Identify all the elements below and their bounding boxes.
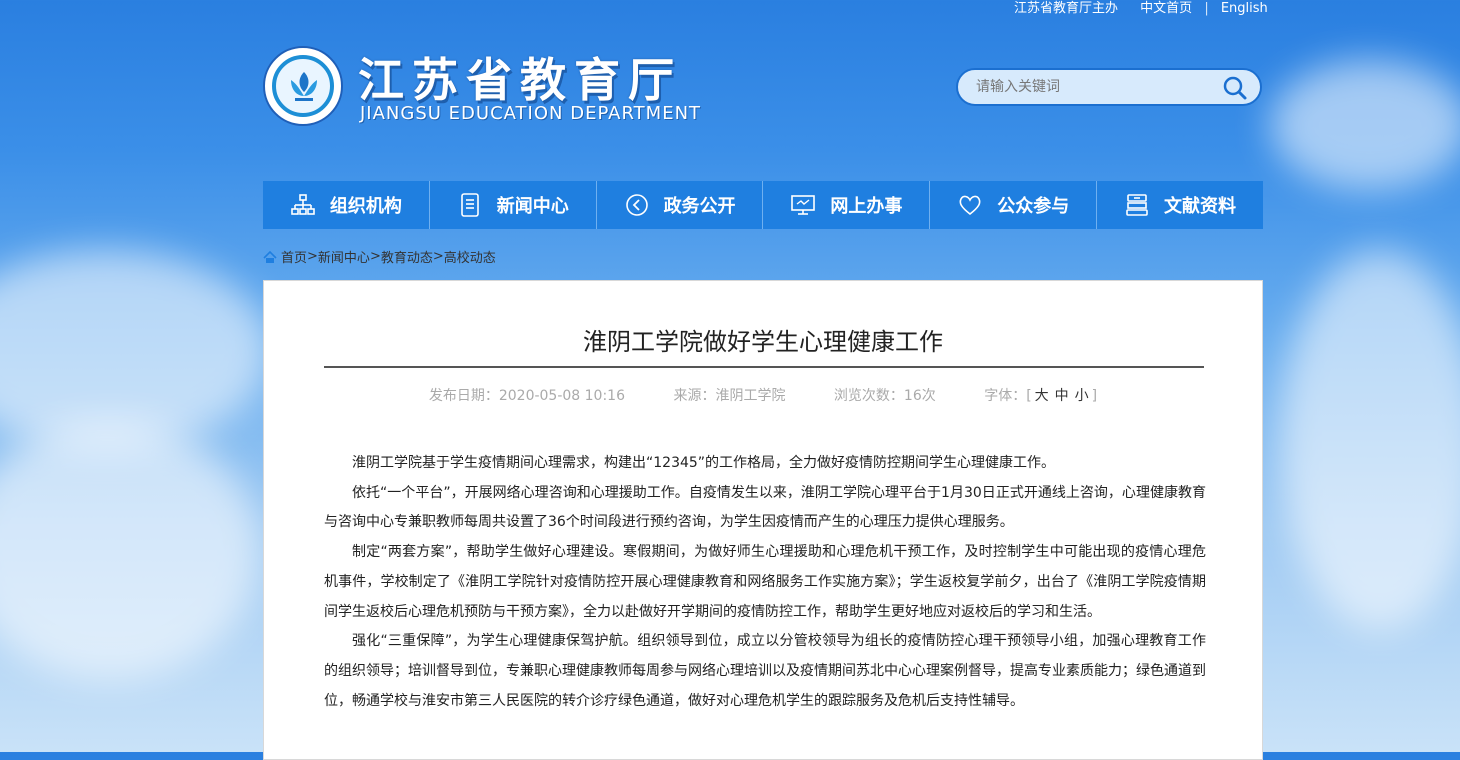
font-size-control: 字体：[大中小] [984,388,1097,404]
nav-item-public-participation[interactable]: 公众参与 [930,181,1098,229]
search-icon[interactable] [1222,75,1248,101]
breadcrumb: 首页 > 新闻中心 > 教育动态 > 高校动态 [263,247,496,266]
chinese-home-link[interactable]: 中文首页 [1140,1,1192,16]
nav-label: 政务公开 [663,196,736,217]
search-input[interactable] [974,78,1218,96]
site-subtitle: JIANGSU EDUCATION DEPARTMENT [360,103,702,124]
nav-label: 公众参与 [997,196,1070,217]
org-chart-icon [291,194,315,215]
cloud-decoration [0,420,260,680]
host-text: 江苏省教育厅主办 [1014,1,1119,16]
nav-item-news[interactable]: 新闻中心 [429,181,597,229]
breadcrumb-separator: > [307,249,318,264]
nav-item-organization[interactable]: 组织机构 [263,181,430,229]
article-title: 淮阴工学院做好学生心理健康工作 [583,328,943,356]
breadcrumb-separator: > [432,249,444,264]
title-divider [324,366,1204,368]
font-size-bracket: ] [1091,388,1098,404]
search-box [956,68,1262,106]
article-paragraph: 强化“三重保障”，为学生心理健康保驾护航。组织领导到位，成立以分管校领导为组长的… [324,633,1206,709]
nav-label: 新闻中心 [496,196,569,217]
view-count: 浏览次数：16次 [833,388,936,404]
breadcrumb-education-news[interactable]: 教育动态 [381,247,433,266]
english-link[interactable]: English [1221,1,1268,16]
link-separator: | [1204,1,1209,16]
font-size-large-button[interactable]: 大 [1035,388,1049,404]
article-source: 来源：淮阴工学院 [673,388,786,404]
main-nav: 组织机构 新闻中心 政务公开 网上办事 公众参与 文献资料 [263,181,1263,229]
circle-arrow-icon [625,194,648,216]
article-paragraph: 制定“两套方案”，帮助学生做好心理建设。寒假期间，为做好师生心理援助和心理危机干… [324,544,1206,620]
article-paragraph: 依托“一个平台”，开展网络心理咨询和心理援助工作。自疫情发生以来，淮阴工学院心理… [324,484,1206,531]
site-logo[interactable] [263,46,343,126]
home-icon [263,250,277,263]
article-body: 淮阴工学院基于学生疫情期间心理需求，构建出“12345”的工作格局，全力做好疫情… [324,449,1206,716]
nav-label: 组织机构 [329,196,402,217]
nav-label: 文献资料 [1164,196,1237,217]
breadcrumb-news-center[interactable]: 新闻中心 [318,247,370,266]
archive-icon [1126,194,1148,216]
top-links: 江苏省教育厅主办 中文首页 | English [1010,0,1272,16]
article-panel: 淮阴工学院做好学生心理健康工作 发布日期：2020-05-08 10:16 来源… [263,280,1263,760]
article-meta: 发布日期：2020-05-08 10:16 来源：淮阴工学院 浏览次数：16次 … [264,385,1262,405]
publish-date: 发布日期：2020-05-08 10:16 [428,388,626,404]
site-title: 江苏省教育厅 [358,53,682,107]
nav-item-online-services[interactable]: 网上办事 [763,181,931,229]
article-paragraph: 淮阴工学院基于学生疫情期间心理需求，构建出“12345”的工作格局，全力做好疫情… [352,455,1056,471]
monitor-icon [791,195,816,215]
nav-label: 网上办事 [830,196,903,217]
nav-item-government-affairs[interactable]: 政务公开 [596,181,764,229]
logo-emblem-icon [291,72,317,101]
cloud-decoration [1270,60,1460,190]
heart-icon [959,195,981,216]
cloud-decoration [1280,250,1460,630]
cloud-decoration [0,250,270,450]
breadcrumb-university-news[interactable]: 高校动态 [444,247,496,266]
font-size-label: 字体：[ [984,388,1032,404]
font-size-medium-button[interactable]: 中 [1055,388,1069,404]
breadcrumb-separator: > [369,249,381,264]
document-icon [460,193,479,217]
font-size-small-button[interactable]: 小 [1075,388,1089,404]
nav-item-literature[interactable]: 文献资料 [1097,181,1263,229]
breadcrumb-home[interactable]: 首页 [281,247,307,266]
